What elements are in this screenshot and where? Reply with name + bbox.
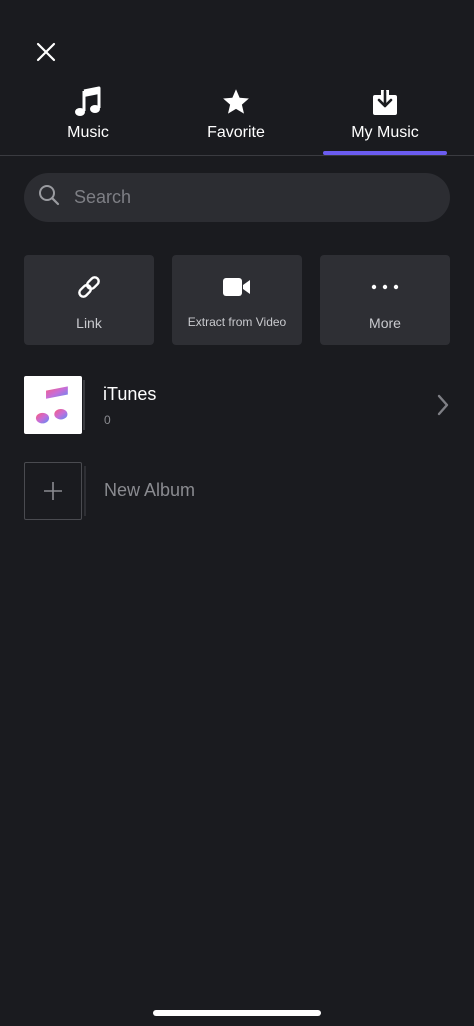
- link-button[interactable]: Link: [24, 255, 154, 345]
- tab-my-music[interactable]: My Music: [310, 82, 460, 156]
- tab-label: My Music: [351, 124, 419, 141]
- itunes-album-row[interactable]: iTunes 0: [0, 370, 474, 442]
- selected-tab-indicator: [323, 151, 447, 155]
- home-indicator[interactable]: [153, 1010, 321, 1016]
- tab-music[interactable]: Music: [13, 82, 163, 156]
- video-camera-icon: [222, 273, 252, 301]
- close-icon: [35, 41, 57, 68]
- extract-from-video-label: Extract from Video: [187, 315, 287, 329]
- more-label: More: [369, 315, 401, 331]
- link-icon: [75, 273, 103, 301]
- star-icon: [221, 86, 251, 118]
- itunes-track-count: 0: [104, 413, 111, 427]
- tab-favorite[interactable]: Favorite: [161, 82, 311, 156]
- search-bar[interactable]: [24, 173, 450, 222]
- itunes-title: iTunes: [103, 384, 157, 404]
- search-input[interactable]: [72, 186, 416, 209]
- album-stack-edge: [84, 466, 86, 516]
- album-stack-edge: [83, 380, 85, 430]
- music-note-icon: [73, 86, 103, 118]
- plus-icon: [24, 462, 82, 520]
- tab-label: Favorite: [207, 124, 265, 141]
- download-box-icon: [371, 86, 399, 118]
- chevron-right-icon: [436, 394, 450, 421]
- more-dots-icon: [371, 273, 399, 301]
- tab-bar: Music Favorite My Music: [0, 82, 474, 156]
- itunes-music-icon: [24, 376, 82, 434]
- new-album-label: New Album: [104, 480, 196, 500]
- link-label: Link: [76, 315, 102, 331]
- search-icon: [38, 184, 60, 211]
- more-button[interactable]: More: [320, 255, 450, 345]
- extract-from-video-button[interactable]: Extract from Video: [172, 255, 302, 345]
- tab-label: Music: [67, 124, 109, 141]
- new-album-button[interactable]: New Album: [0, 460, 474, 522]
- close-button[interactable]: [28, 36, 64, 72]
